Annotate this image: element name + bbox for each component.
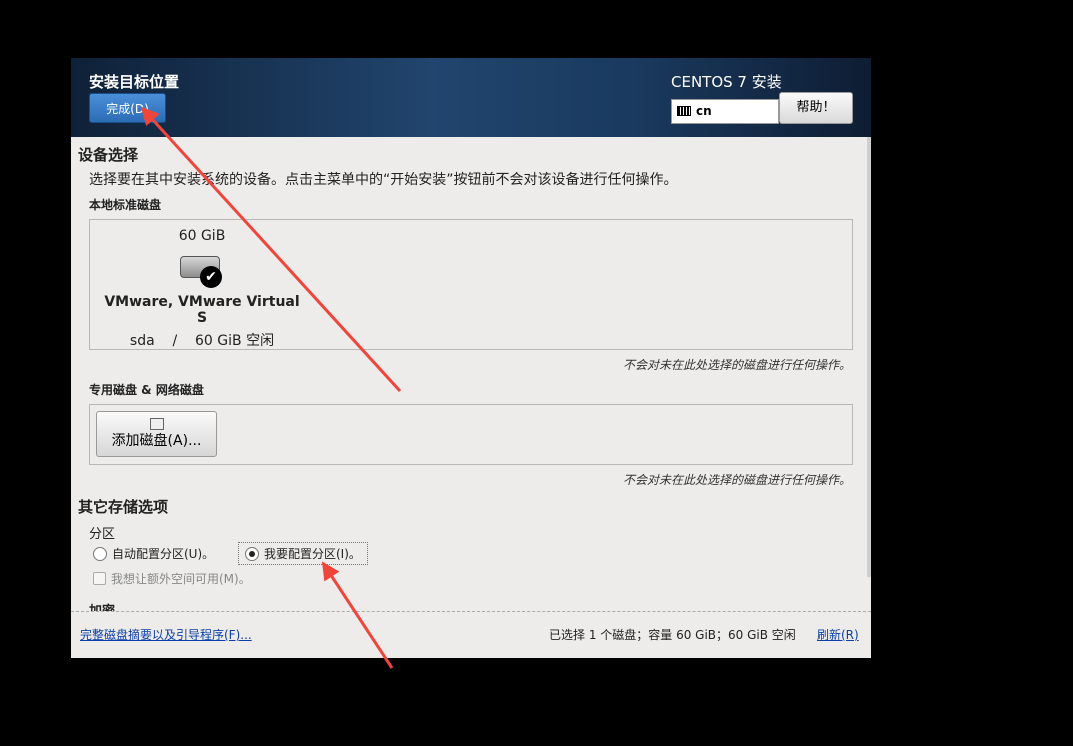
disk-free: 60 GiB 空闲 xyxy=(195,333,275,349)
extra-space-checkbox[interactable] xyxy=(93,572,106,585)
add-disk-button[interactable]: 添加磁盘(A)... xyxy=(96,411,217,457)
refresh-link[interactable]: 刷新(R) xyxy=(817,626,859,643)
disk-info: sda / 60 GiB 空闲 xyxy=(102,330,302,350)
content-area: 设备选择 选择要在其中安装系统的设备。点击主菜单中的“开始安装”按钮前不会对该设… xyxy=(71,137,871,611)
auto-partition-label: 自动配置分区(U)。 xyxy=(112,547,215,561)
keyboard-layout-label: cn xyxy=(696,104,712,118)
extra-space-label: 我想让额外空间可用(M)。 xyxy=(111,572,251,586)
hard-disk-icon: ✔ xyxy=(176,250,228,290)
disk-summary-link[interactable]: 完整磁盘摘要以及引导程序(F)... xyxy=(80,626,252,643)
disk-info-separator: / xyxy=(172,333,178,349)
local-disks-box: 60 GiB ✔ VMware, VMware Virtual S sda / … xyxy=(89,219,853,350)
keyboard-layout-indicator[interactable]: cn xyxy=(671,99,779,124)
page-title: 安装目标位置 xyxy=(89,73,180,91)
special-disks-box: 添加磁盘(A)... xyxy=(89,404,853,465)
special-disks-note: 不会对未在此处选择的磁盘进行任何操作。 xyxy=(622,473,851,487)
manual-partition-option[interactable]: 我要配置分区(I)。 xyxy=(238,542,368,565)
other-storage-heading: 其它存储选项 xyxy=(78,498,169,516)
selection-status: 已选择 1 个磁盘；容量 60 GiB；60 GiB 空闲 xyxy=(549,628,796,642)
checkmark-icon: ✔ xyxy=(200,266,222,288)
auto-partition-option[interactable]: 自动配置分区(U)。 xyxy=(93,545,214,562)
local-disks-label: 本地标准磁盘 xyxy=(89,198,162,212)
extra-space-option[interactable]: 我想让额外空间可用(M)。 xyxy=(93,570,251,587)
disk-name: VMware, VMware Virtual S xyxy=(104,294,300,326)
disk-size: 60 GiB xyxy=(178,228,226,244)
done-button[interactable]: 完成(D) xyxy=(89,93,166,123)
device-selection-heading: 设备选择 xyxy=(78,146,139,164)
scrollbar[interactable] xyxy=(867,137,871,577)
disk-add-icon xyxy=(149,418,164,430)
keyboard-icon xyxy=(677,106,691,116)
product-title: CENTOS 7 安装 xyxy=(671,73,782,91)
footer-bar: 完整磁盘摘要以及引导程序(F)... 已选择 1 个磁盘；容量 60 GiB；6… xyxy=(71,612,871,658)
add-disk-label: 添加磁盘(A)... xyxy=(111,433,202,449)
auto-partition-radio[interactable] xyxy=(93,546,107,561)
device-selection-description: 选择要在其中安装系统的设备。点击主菜单中的“开始安装”按钮前不会对该设备进行任何… xyxy=(89,172,678,188)
local-disks-note: 不会对未在此处选择的磁盘进行任何操作。 xyxy=(622,358,851,372)
header-bar: 安装目标位置 完成(D) CENTOS 7 安装 cn 帮助！ xyxy=(71,58,871,137)
manual-partition-radio[interactable] xyxy=(245,546,259,561)
manual-partition-label: 我要配置分区(I)。 xyxy=(264,547,361,561)
disk-sda[interactable]: 60 GiB ✔ VMware, VMware Virtual S sda / … xyxy=(102,228,302,350)
encryption-label: 加密 xyxy=(89,600,115,611)
installer-window: 安装目标位置 完成(D) CENTOS 7 安装 cn 帮助！ 设备选择 选择要… xyxy=(71,58,871,658)
help-button[interactable]: 帮助！ xyxy=(779,92,853,124)
disk-device: sda xyxy=(129,333,155,349)
partition-label: 分区 xyxy=(89,527,116,542)
special-disks-label: 专用磁盘 & 网络磁盘 xyxy=(89,383,204,397)
